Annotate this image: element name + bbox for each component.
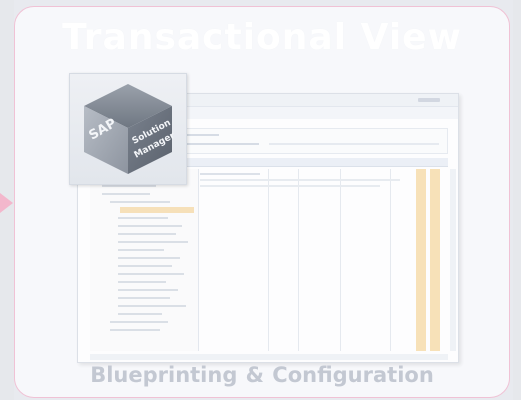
previous-arrow-icon[interactable] bbox=[0, 193, 13, 213]
slide-title: Transactional View bbox=[62, 17, 462, 58]
right-side-panel bbox=[513, 0, 521, 400]
screenshot-scrollbar bbox=[450, 169, 456, 351]
slide-caption: Blueprinting & Configuration bbox=[90, 363, 434, 387]
cube-icon: SAP Solution Manager bbox=[84, 84, 177, 174]
screenshot-grid bbox=[200, 169, 446, 351]
solution-manager-logo: SAP Solution Manager bbox=[69, 73, 187, 185]
screenshot-footer bbox=[90, 354, 448, 360]
slide-card: Transactional View SAP Solution Manager … bbox=[14, 6, 510, 398]
screenshot-tree-panel bbox=[90, 169, 199, 351]
